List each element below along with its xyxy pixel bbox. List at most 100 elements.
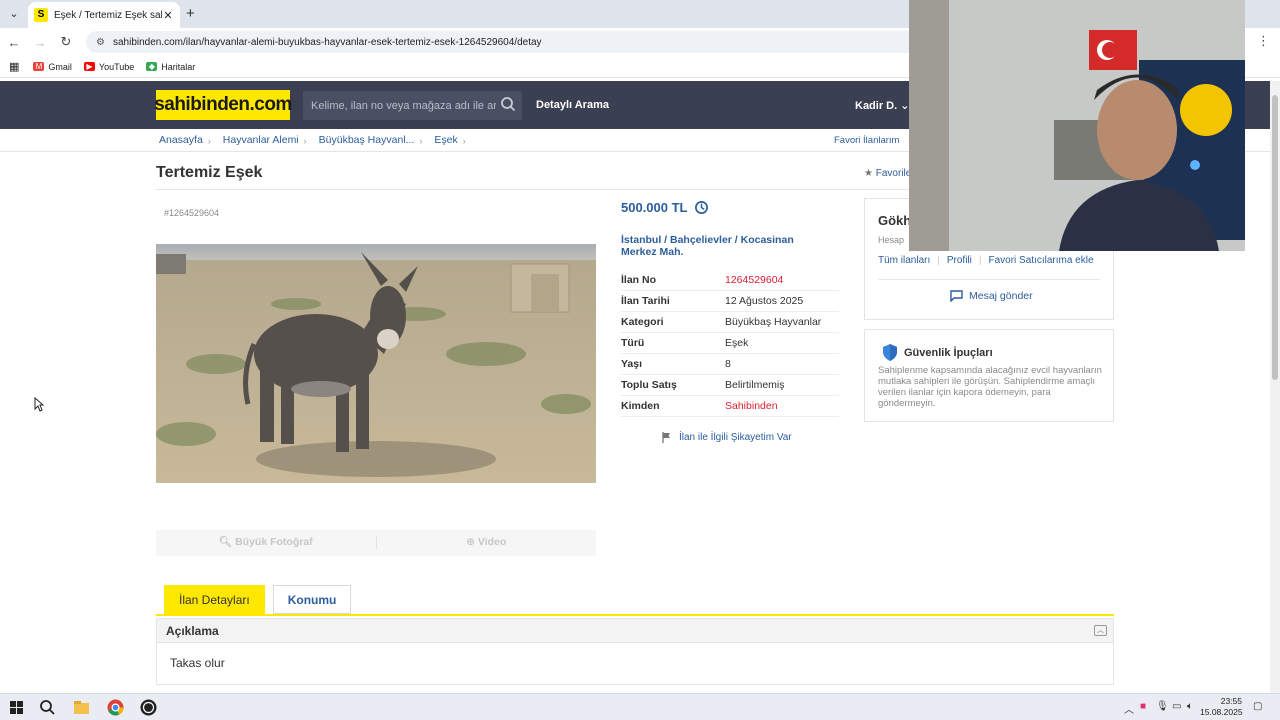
bookmark-maps[interactable]: ◆ Haritalar <box>146 62 195 72</box>
site-logo[interactable]: sahibinden.com <box>154 90 292 120</box>
price-history-icon[interactable] <box>694 200 709 215</box>
detail-row: Yaşı 8 <box>621 354 839 375</box>
report-listing-link[interactable]: İlan ile İlgili Şikayetim Var <box>662 432 792 443</box>
notifications-icon[interactable]: ▢ <box>1253 701 1262 712</box>
listing-photo[interactable] <box>156 244 596 483</box>
browser-menu-icon[interactable]: ⋮ <box>1257 33 1270 49</box>
obs-icon[interactable] <box>139 698 158 717</box>
tab-favicon: S <box>34 8 48 22</box>
description-text: Takas olur <box>170 656 225 670</box>
tabs-underline <box>156 614 1114 616</box>
tab-title: Eşek / Tertemiz Eşek sahibinden.c <box>54 9 162 21</box>
listing-details-table: İlan No 1264529604 İlan Tarihi 12 Ağustos … <box>621 270 839 417</box>
file-explorer-icon[interactable] <box>72 698 91 717</box>
detail-key: Yaşı <box>621 358 643 370</box>
search-icon[interactable] <box>500 96 516 112</box>
breadcrumb-item[interactable]: Hayvanlar Alemi <box>223 134 299 148</box>
detail-key: Türü <box>621 337 645 349</box>
forward-icon[interactable]: → <box>28 35 52 50</box>
separator: | <box>937 255 940 266</box>
video-button[interactable]: ⊕ Video <box>377 530 597 556</box>
tab-listing-details[interactable]: İlan Detayları <box>164 585 265 614</box>
detail-value: Büyükbaş Hayvanlar <box>725 316 822 328</box>
browser-tab[interactable]: S Eşek / Tertemiz Eşek sahibinden.c ✕ <box>28 2 180 28</box>
user-name: Kadir D. <box>855 100 898 112</box>
clock-date: 15.08.2025 <box>1200 707 1243 717</box>
breadcrumb-item[interactable]: Eşek <box>434 134 457 148</box>
collapse-icon[interactable]: ︿ <box>1094 625 1107 636</box>
scrollbar-thumb[interactable] <box>1272 95 1278 380</box>
clock-time: 23:55 <box>1220 696 1242 706</box>
profile-link[interactable]: Profili <box>947 255 972 266</box>
add-favorite-button[interactable]: ★ Favorile <box>864 168 911 179</box>
price: 500.000 TL <box>621 200 709 215</box>
listing-code: #1264529604 <box>164 208 220 218</box>
detail-row: Toplu Satış Belirtilmemiş <box>621 375 839 396</box>
page-scrollbar[interactable] <box>1270 81 1280 693</box>
detail-key: Kategori <box>621 316 664 328</box>
listing-tabs: İlan Detayları Konumu <box>164 585 359 614</box>
tab-location[interactable]: Konumu <box>272 585 352 614</box>
reload-icon[interactable]: ↻ <box>54 34 78 50</box>
chevron-right-icon: › <box>207 136 211 146</box>
breadcrumb-item[interactable]: Büyükbaş Hayvanl... <box>319 134 415 148</box>
detail-row: İlan Tarihi 12 Ağustos 2025 <box>621 291 839 312</box>
back-icon[interactable]: ← <box>2 35 26 50</box>
detail-key: İlan Tarihi <box>621 295 670 307</box>
close-tab-icon[interactable]: ✕ <box>162 9 174 22</box>
volume-icon[interactable]: 🔈︎ <box>1187 701 1193 712</box>
bookmark-gmail[interactable]: M Gmail <box>33 62 72 72</box>
description-body: Takas olur <box>156 643 1114 685</box>
seller-account-info: Hesap <box>878 235 905 245</box>
user-menu[interactable]: Kadir D. ⌄ <box>855 99 909 112</box>
photo-toolbar: 🔍︎ Büyük Fotoğraf ⊕ Video <box>156 530 596 556</box>
divider <box>878 279 1100 280</box>
zoom-icon: 🔍︎ <box>218 536 233 548</box>
chevron-right-icon: › <box>462 136 466 146</box>
detail-row: Kategori Büyükbaş Hayvanlar <box>621 312 839 333</box>
donkey-photo-image <box>156 244 596 483</box>
new-tab-icon[interactable]: + <box>186 5 195 22</box>
detail-value: 8 <box>725 358 731 370</box>
all-listings-link[interactable]: Tüm ilanları <box>878 255 930 266</box>
maps-icon: ◆ <box>146 62 158 71</box>
shield-icon <box>883 344 897 361</box>
chrome-icon[interactable] <box>106 698 125 717</box>
tray-app-icon[interactable]: ■ <box>1140 701 1146 712</box>
detail-value: 12 Ağustos 2025 <box>725 295 804 307</box>
listing-location[interactable]: İstanbul / Bahçelievler / Kocasinan Merk… <box>621 234 821 258</box>
detail-value[interactable]: Sahibinden <box>725 400 778 412</box>
site-info-icon[interactable]: ⚙ <box>96 37 105 48</box>
send-message-button[interactable]: Mesaj gönder <box>950 290 1033 302</box>
apps-grid-icon[interactable]: ▦ <box>9 60 19 73</box>
os-taskbar: ︿ ■ 🎙︎ ▭ 🔈︎ 23:55 15.08.2025 ▢ <box>0 693 1280 720</box>
clock[interactable]: 23:55 15.08.2025 <box>1200 696 1243 718</box>
tab-search-icon[interactable]: ⌄ <box>6 6 22 22</box>
page-title: Tertemiz Eşek <box>156 164 263 181</box>
add-favorite-seller-link[interactable]: Favori Satıcılarıma ekle <box>988 255 1093 266</box>
detail-value: Belirtilmemiş <box>725 379 785 391</box>
chevron-right-icon: › <box>303 136 307 146</box>
taskbar-search-icon[interactable] <box>38 698 57 717</box>
favorite-listings-link[interactable]: Favori İlanlarım <box>834 135 899 146</box>
youtube-icon: ▶ <box>83 62 95 71</box>
advanced-search-link[interactable]: Detaylı Arama <box>536 99 609 111</box>
microphone-icon[interactable]: 🎙︎ <box>1156 701 1169 712</box>
search-input[interactable] <box>311 99 496 112</box>
breadcrumb-item[interactable]: Anasayfa <box>159 134 203 148</box>
safety-text: Sahiplenme kapsamında alacağınız evcil h… <box>878 365 1102 409</box>
windows-start-icon[interactable] <box>7 698 26 717</box>
gmail-icon: M <box>33 62 45 71</box>
large-photo-button[interactable]: 🔍︎ Büyük Fotoğraf <box>156 530 376 556</box>
detail-value: 1264529604 <box>725 274 784 286</box>
webcam-video-image <box>909 0 1245 251</box>
network-icon[interactable]: ▭ <box>1172 701 1181 712</box>
detail-row: Kimden Sahibinden <box>621 396 839 417</box>
description-heading: Açıklama <box>166 624 219 638</box>
detail-key: İlan No <box>621 274 657 286</box>
breadcrumb: Anasayfa › Hayvanlar Alemi › Büyükbaş Hayv… <box>159 134 478 148</box>
bookmark-youtube[interactable]: ▶ YouTube <box>83 62 134 72</box>
detail-key: Toplu Satış <box>621 379 677 391</box>
safety-tips-card: Güvenlik İpuçları Sahiplenme kapsamında … <box>864 329 1114 422</box>
tray-overflow-icon[interactable]: ︿ <box>1124 701 1134 716</box>
